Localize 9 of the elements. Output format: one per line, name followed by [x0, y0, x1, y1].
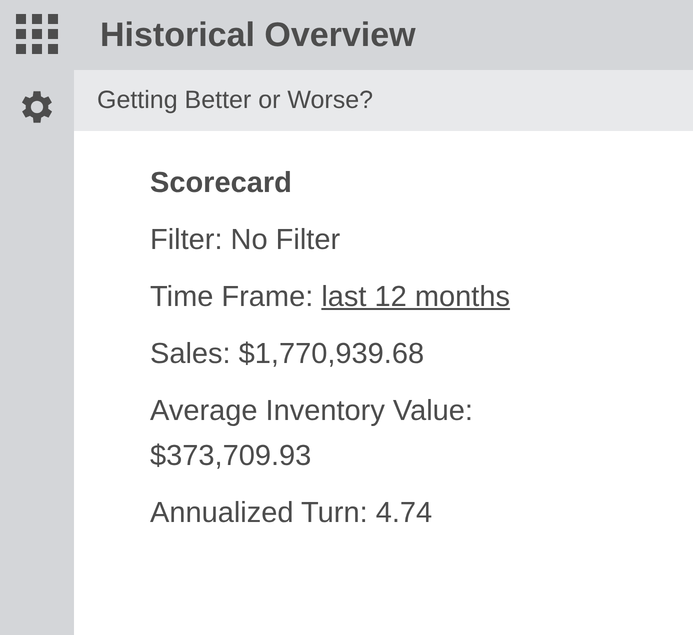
time-frame-link[interactable]: last 12 months	[321, 281, 510, 313]
scorecard-line: Annualized Turn: 4.74	[150, 496, 434, 531]
scorecard-label: Time Frame:	[150, 281, 314, 313]
section-title: Getting Better or Worse?	[97, 86, 374, 115]
scorecard-line: Average Inventory Value: $373,709.93	[150, 394, 474, 474]
scorecard-heading: Scorecard	[150, 166, 293, 201]
scorecard-line: Filter: No Filter	[150, 223, 342, 258]
scorecard-line: Sales: $1,770,939.68	[150, 337, 426, 372]
page-title: Historical Overview	[100, 16, 416, 54]
